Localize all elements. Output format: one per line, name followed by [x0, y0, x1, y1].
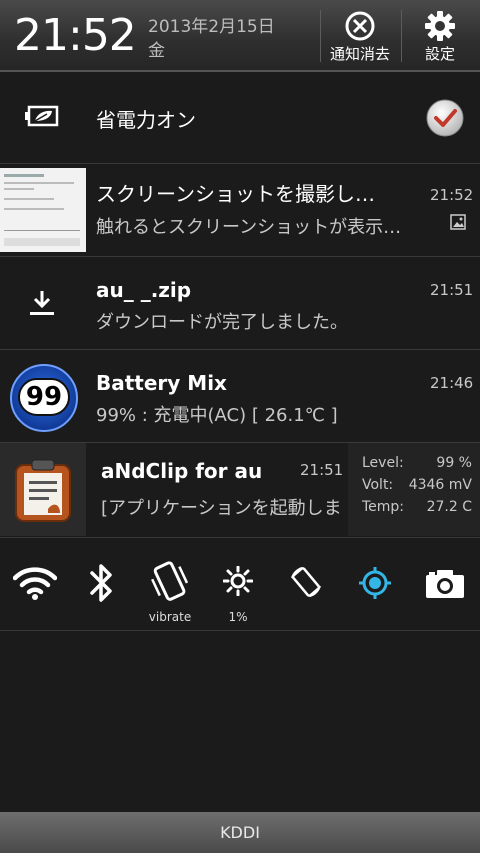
gear-icon [424, 10, 456, 46]
image-icon [450, 214, 466, 234]
notification-screenshot[interactable]: スクリーンショットを撮影し… 触れるとスクリーンショットが表示… 21:52 [0, 164, 480, 257]
power-saving-row[interactable]: 省電力オン [0, 72, 480, 164]
stat-value: 27.2 C [426, 499, 472, 515]
notification-subtitle: [アプリケーションを起動しま [101, 498, 342, 519]
notification-subtitle: 触れるとスクリーンショットが表示… [96, 217, 402, 238]
stat-value: 99 % [436, 455, 472, 471]
download-icon [28, 289, 56, 321]
notification-time: 21:46 [430, 374, 474, 392]
notification-title: スクリーンショットを撮影し… [96, 182, 375, 206]
date-text: 2013年2月15日 [148, 17, 275, 37]
camera-icon [425, 569, 465, 603]
notification-andclip[interactable]: aNdClip for au [アプリケーションを起動しま 21:51 Leve… [0, 443, 480, 538]
clear-notifications-button[interactable]: 通知消去 [322, 0, 398, 70]
divider [401, 10, 402, 62]
brightness-label: 1% [228, 610, 248, 624]
battery-level-icon: 99 [10, 364, 78, 432]
settings-button[interactable]: 設定 [403, 0, 477, 70]
bluetooth-icon [88, 562, 116, 608]
camera-shortcut[interactable] [408, 538, 476, 630]
notification-subtitle: ダウンロードが完了しました。 [96, 312, 348, 333]
divider [320, 10, 321, 62]
vibrate-label: vibrate [148, 610, 192, 624]
screenshot-thumbnail [0, 168, 86, 252]
notification-title: au_ _.zip [96, 278, 192, 302]
wifi-toggle[interactable] [0, 538, 68, 630]
notification-subtitle: 99% : 充電中(AC) [ 26.1℃ ] [96, 405, 338, 426]
battery-stats-panel: Level: 99 % Volt: 4346 mV Temp: 27.2 C [348, 443, 480, 536]
clear-label: 通知消去 [329, 45, 390, 63]
stat-label: Temp: [362, 499, 405, 515]
notification-title: Battery Mix [96, 371, 227, 395]
notification-battery-mix[interactable]: 99 Battery Mix 99% : 充電中(AC) [ 26.1℃ ] 2… [0, 350, 480, 443]
bluetooth-toggle[interactable] [68, 538, 136, 630]
gps-location-icon [358, 566, 392, 604]
carrier-footer[interactable]: KDDI [0, 812, 480, 853]
notification-title: aNdClip for au [101, 459, 263, 483]
brightness-sun-icon [222, 565, 254, 600]
notification-download[interactable]: au_ _.zip ダウンロードが完了しました。 21:51 [0, 257, 480, 350]
power-saving-label: 省電力オン [96, 108, 196, 132]
clock-time: 21:52 [14, 10, 137, 61]
battery-leaf-icon [25, 105, 61, 131]
quick-settings-bar: vibrate 1% [0, 538, 480, 631]
clipboard-icon [14, 457, 72, 527]
gps-toggle[interactable] [340, 538, 408, 630]
battery-level-badge: 99 [18, 378, 70, 416]
brightness-toggle[interactable]: 1% [204, 538, 272, 630]
notification-time: 21:52 [430, 186, 474, 204]
andclip-icon-bg [0, 443, 86, 536]
weekday-text: 金 [148, 41, 165, 61]
rotate-icon [288, 564, 324, 604]
notification-time: 21:51 [300, 461, 344, 479]
vibrate-phone-icon [150, 560, 190, 608]
carrier-label: KDDI [220, 823, 260, 842]
notification-time: 21:51 [430, 281, 474, 299]
power-saving-checkbox[interactable] [425, 98, 465, 142]
close-circle-icon [344, 10, 376, 46]
notification-header: 21:52 2013年2月15日 金 通知消去 設定 [0, 0, 480, 72]
vibrate-toggle[interactable]: vibrate [136, 538, 204, 630]
settings-label: 設定 [424, 45, 455, 63]
wifi-icon [12, 566, 58, 604]
stat-value: 4346 mV [408, 477, 472, 493]
stat-label: Volt: [362, 477, 394, 493]
auto-rotate-toggle[interactable] [272, 538, 340, 630]
stat-label: Level: [362, 455, 404, 471]
